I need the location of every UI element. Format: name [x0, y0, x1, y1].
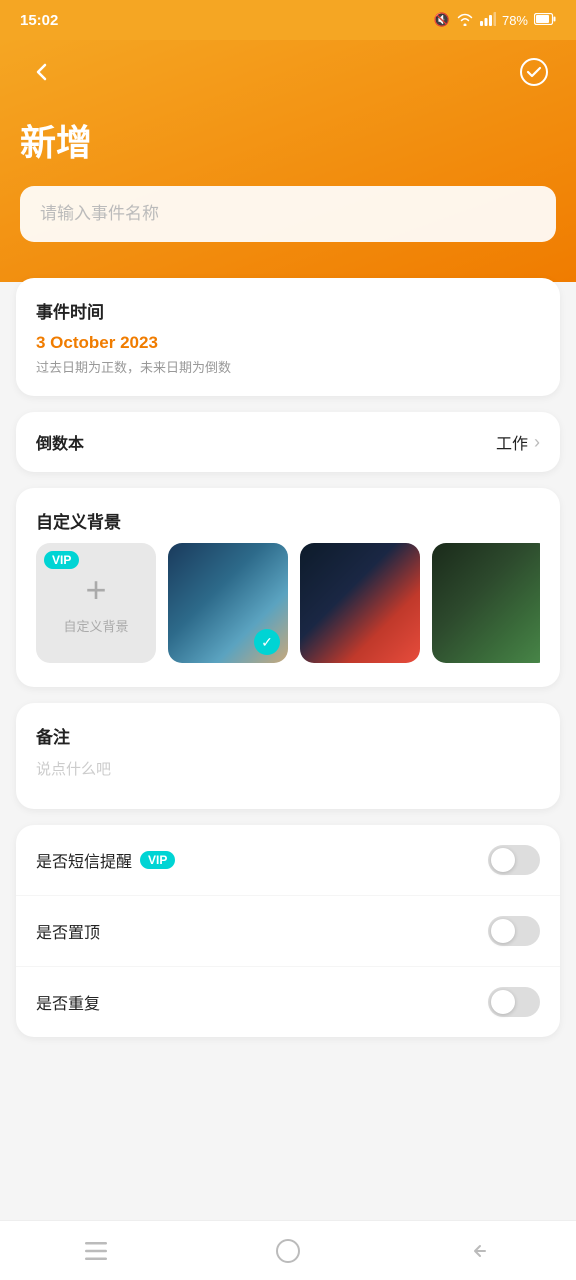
mute-icon: 🔇 [434, 12, 450, 28]
toggle-sms-text: 是否短信提醒 [36, 848, 132, 872]
signal-icon [480, 12, 496, 29]
bottom-nav-back[interactable] [384, 1221, 576, 1280]
forest-bg-item[interactable] [432, 543, 540, 663]
toggle-pin-text: 是否置顶 [36, 919, 100, 943]
moon-bg-item[interactable] [300, 543, 420, 663]
toggle-repeat-knob [491, 990, 515, 1014]
header-area: 新增 [0, 40, 576, 282]
status-bar: 15:02 🔇 78% [0, 0, 576, 40]
notebook-label: 倒数本 [36, 430, 84, 454]
plus-icon: + [85, 572, 106, 608]
date-hint: 过去日期为正数，未来日期为倒数 [36, 357, 540, 376]
custom-bg-label: 自定义背景 [63, 616, 128, 635]
event-date[interactable]: 3 October 2023 [36, 333, 540, 353]
nav-row [20, 40, 556, 114]
content-area: 事件时间 3 October 2023 过去日期为正数，未来日期为倒数 倒数本 … [0, 278, 576, 1157]
event-time-card: 事件时间 3 October 2023 过去日期为正数，未来日期为倒数 [16, 278, 560, 396]
notebook-arrow-icon: › [534, 432, 540, 453]
notebook-row[interactable]: 倒数本 工作 › [16, 412, 560, 472]
vip-badge-sms: VIP [140, 851, 175, 869]
toggle-sms-knob [491, 848, 515, 872]
toggle-repeat[interactable] [488, 987, 540, 1017]
event-time-title: 事件时间 [36, 298, 540, 323]
page-title: 新增 [20, 114, 556, 186]
wifi-icon [456, 12, 474, 29]
custom-bg-item[interactable]: VIP + 自定义背景 [36, 543, 156, 663]
toggle-sms[interactable] [488, 845, 540, 875]
toggle-label-sms: 是否短信提醒 VIP [36, 848, 175, 872]
toggle-row-repeat: 是否重复 [16, 967, 560, 1037]
toggle-pin[interactable] [488, 916, 540, 946]
status-icons: 🔇 78% [434, 12, 556, 29]
notes-section: 备注 说点什么吧 [16, 703, 560, 809]
status-time: 15:02 [20, 12, 58, 29]
bottom-nav [0, 1220, 576, 1280]
toggle-label-repeat: 是否重复 [36, 990, 100, 1014]
notebook-value-text: 工作 [496, 430, 528, 454]
notebook-value[interactable]: 工作 › [496, 430, 540, 454]
bg-selected-check: ✓ [254, 629, 280, 655]
event-name-input[interactable] [20, 186, 556, 242]
sea-bg-item[interactable]: ✓ [168, 543, 288, 663]
background-section: 自定义背景 VIP + 自定义背景 ✓ [16, 488, 560, 687]
bottom-nav-home[interactable] [192, 1221, 384, 1280]
notebook-card: 倒数本 工作 › [16, 412, 560, 472]
battery-icon [534, 13, 556, 28]
bottom-nav-menu[interactable] [0, 1221, 192, 1280]
toggle-label-pin: 是否置顶 [36, 919, 100, 943]
background-scroll: VIP + 自定义背景 ✓ [36, 543, 540, 667]
toggle-section: 是否短信提醒 VIP 是否置顶 是否重复 [16, 825, 560, 1037]
confirm-button[interactable] [512, 50, 556, 94]
vip-badge-custom: VIP [44, 551, 79, 569]
toggle-row-pin: 是否置顶 [16, 896, 560, 967]
battery-text: 78% [502, 13, 528, 28]
toggle-row-sms: 是否短信提醒 VIP [16, 825, 560, 896]
notes-title: 备注 [36, 723, 540, 748]
notes-input[interactable]: 说点什么吧 [36, 758, 540, 779]
toggle-repeat-text: 是否重复 [36, 990, 100, 1014]
back-button[interactable] [20, 50, 64, 94]
toggle-pin-knob [491, 919, 515, 943]
background-title: 自定义背景 [36, 508, 540, 533]
